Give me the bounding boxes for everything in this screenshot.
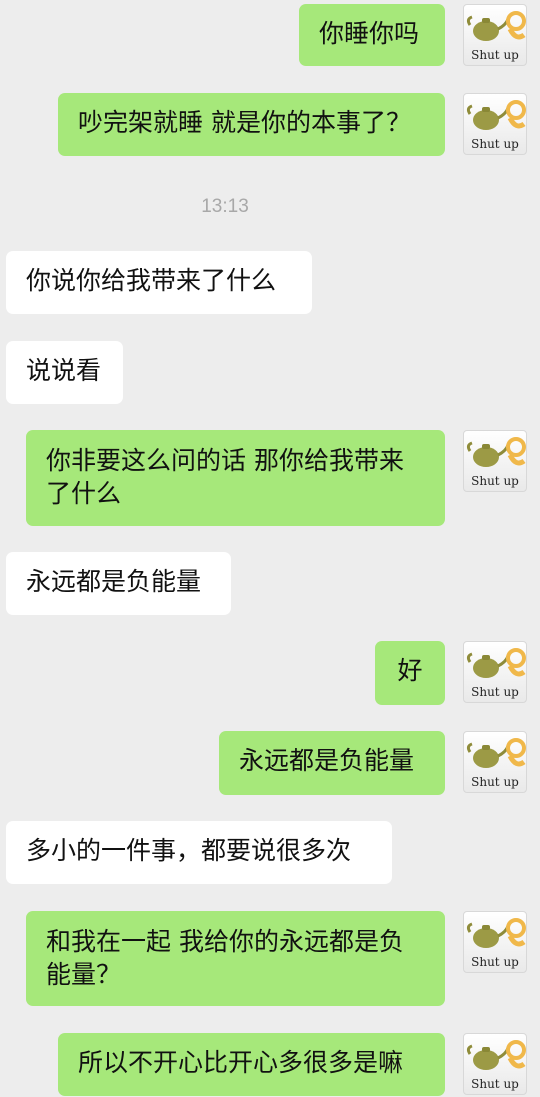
outgoing-message-bubble[interactable]: 你非要这么问的话 那你给我带来了什么	[26, 430, 445, 526]
contact-avatar[interactable]: Shut up	[463, 430, 527, 492]
contact-avatar[interactable]: Shut up	[463, 731, 527, 793]
outgoing-message-bubble[interactable]: 永远都是负能量	[219, 731, 445, 795]
avatar-caption: Shut up	[471, 48, 519, 62]
avatar-caption: Shut up	[471, 955, 519, 969]
incoming-message-bubble[interactable]: 永远都是负能量	[6, 552, 231, 615]
chat-timestamp: 13:13	[201, 196, 249, 217]
outgoing-message-bubble[interactable]: 吵完架就睡 就是你的本事了？	[58, 93, 445, 156]
outgoing-message-bubble[interactable]: 你睡你吗	[299, 4, 445, 66]
chat-conversation: 你睡你吗 Shut up 吵完架就睡 就是你的本事了？ Shut up 13:1…	[0, 0, 540, 1097]
incoming-message-bubble[interactable]: 说说看	[6, 341, 123, 404]
incoming-message-bubble[interactable]: 多小的一件事，都要说很多次	[6, 821, 392, 884]
contact-avatar[interactable]: Shut up	[463, 93, 527, 155]
contact-avatar[interactable]: Shut up	[463, 1033, 527, 1095]
avatar-caption: Shut up	[471, 1077, 519, 1091]
outgoing-message-bubble[interactable]: 所以不开心比开心多很多是嘛	[58, 1033, 445, 1096]
avatar-caption: Shut up	[471, 137, 519, 151]
avatar-caption: Shut up	[471, 685, 519, 699]
contact-avatar[interactable]: Shut up	[463, 911, 527, 973]
outgoing-message-bubble[interactable]: 好	[375, 641, 445, 705]
avatar-caption: Shut up	[471, 775, 519, 789]
outgoing-message-bubble[interactable]: 和我在一起 我给你的永远都是负能量？	[26, 911, 445, 1006]
avatar-caption: Shut up	[471, 474, 519, 488]
contact-avatar[interactable]: Shut up	[463, 4, 527, 66]
incoming-message-bubble[interactable]: 你说你给我带来了什么	[6, 251, 312, 314]
contact-avatar[interactable]: Shut up	[463, 641, 527, 703]
